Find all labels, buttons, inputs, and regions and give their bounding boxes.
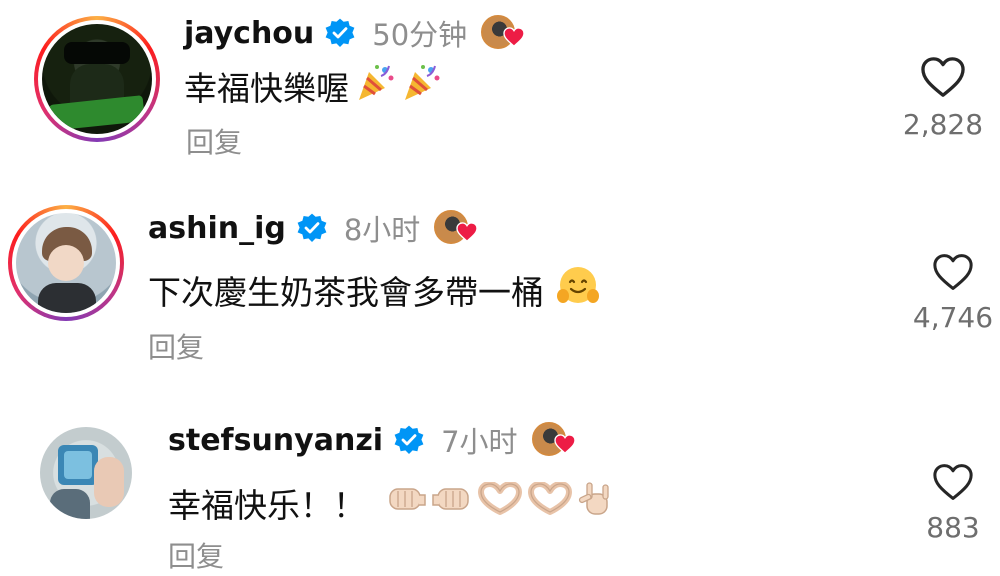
heart-icon[interactable] xyxy=(932,253,974,291)
verified-badge-icon xyxy=(297,213,327,242)
heart-hands-icon xyxy=(528,481,572,524)
verified-badge-icon xyxy=(394,425,424,454)
party-popper-icon xyxy=(355,62,395,110)
comment-header: ashin_ig 8小时 xyxy=(148,207,478,249)
reply-button[interactable]: 回复 xyxy=(148,326,204,366)
heart-icon[interactable] xyxy=(932,463,974,501)
like-count: 2,828 xyxy=(902,108,984,141)
comment-text: 幸福快乐！！ xyxy=(168,479,614,527)
timestamp: 7小时 xyxy=(441,425,518,459)
left-facing-fist-icon xyxy=(386,483,426,523)
like-group: 883 xyxy=(898,463,1000,544)
reply-button[interactable]: 回复 xyxy=(186,121,242,161)
like-count: 4,746 xyxy=(912,301,994,334)
party-popper-icon xyxy=(401,62,441,110)
username[interactable]: jaychou xyxy=(184,16,314,51)
reply-button[interactable]: 回复 xyxy=(168,535,224,575)
liked-by-author-icon xyxy=(434,210,478,246)
heart-hands-icon xyxy=(478,481,522,524)
comment-ashin_ig: ashin_ig 8小时 下次慶生奶茶我會多帶一桶 回复 4,746 xyxy=(0,195,1000,375)
love-you-gesture-icon xyxy=(578,480,614,526)
comment-text-content: 下次慶生奶茶我會多帶一桶 xyxy=(148,273,544,312)
timestamp: 8小时 xyxy=(343,213,421,247)
comment-text-content: 幸福快樂喔 xyxy=(184,69,349,108)
username[interactable]: ashin_ig xyxy=(148,211,286,246)
comment-text: 幸福快樂喔 xyxy=(184,62,441,110)
comment-header: jaychou 50分钟 xyxy=(184,12,525,54)
avatar-ashin_ig[interactable] xyxy=(8,205,124,321)
right-facing-fist-icon xyxy=(432,483,472,523)
like-group: 4,746 xyxy=(898,253,1000,334)
liked-by-author-icon xyxy=(481,15,525,51)
like-count: 883 xyxy=(926,511,980,544)
comment-text-content: 幸福快乐！！ xyxy=(168,486,366,525)
hugging-face-icon xyxy=(556,265,600,315)
timestamp: 50分钟 xyxy=(372,18,468,52)
comment-jaychou: jaychou 50分钟 幸福快樂喔 回复 2,828 xyxy=(0,0,1000,180)
like-group: 2,828 xyxy=(888,56,998,141)
avatar-stefsunyanzi[interactable] xyxy=(40,427,132,519)
comment-text: 下次慶生奶茶我會多帶一桶 xyxy=(148,265,600,315)
comment-header: stefsunyanzi 7小时 xyxy=(168,419,576,461)
avatar-jaychou[interactable] xyxy=(34,16,160,142)
heart-icon[interactable] xyxy=(920,56,966,98)
username[interactable]: stefsunyanzi xyxy=(168,423,383,458)
liked-by-author-icon xyxy=(531,422,576,458)
verified-badge-icon xyxy=(325,18,355,47)
comment-stefsunyanzi: stefsunyanzi 7小时 幸福快乐！！ 回复 883 xyxy=(0,405,1000,576)
